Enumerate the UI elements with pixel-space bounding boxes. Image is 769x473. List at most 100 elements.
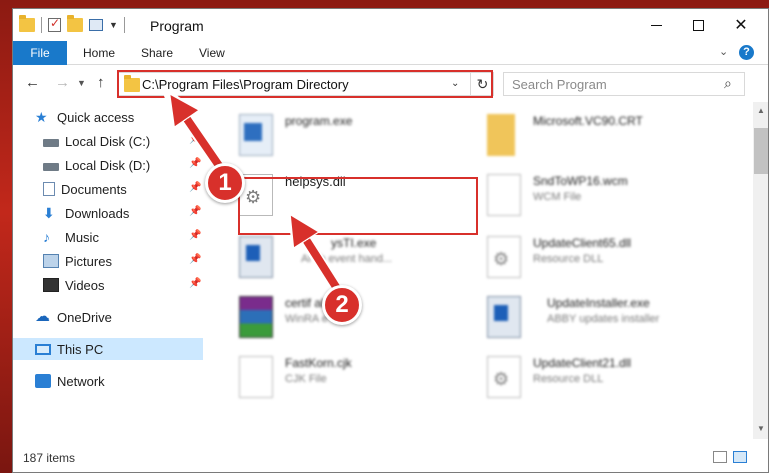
minimize-button[interactable] (633, 9, 679, 41)
file-item-updateinstaller[interactable]: UpdateInstaller.exe ABBY updates install… (479, 292, 719, 346)
help-icon[interactable]: ? (739, 45, 754, 60)
properties-check-icon[interactable] (48, 16, 61, 32)
tab-view[interactable]: View (185, 41, 239, 65)
file-description: WCM File (533, 191, 582, 203)
pin-icon: 📌 (189, 182, 202, 193)
sidebar-item-onedrive[interactable]: ☁ OneDrive (35, 306, 225, 328)
file-name: Microsoft.VC90.CRT (533, 114, 643, 128)
file-name: FastKorn.cjk (285, 356, 352, 370)
pictures-icon (43, 254, 59, 268)
expand-ribbon-chevron-icon[interactable]: ⌄ (719, 45, 728, 58)
file-item-vc90-crt[interactable]: Microsoft.VC90.CRT (479, 110, 719, 164)
sidebar-item-local-disk-d[interactable]: Local Disk (D:) 📌 (43, 154, 233, 176)
forward-arrow-icon[interactable]: → (55, 74, 70, 91)
maximize-icon (692, 19, 704, 31)
qat-dropdown-icon[interactable]: ▼ (109, 20, 118, 30)
address-row: ← → ▼ ↑ C:\Program Files\Program Directo… (13, 66, 768, 100)
file-description: Resource DLL (533, 253, 604, 265)
sidebar-item-videos[interactable]: Videos 📌 (43, 274, 233, 296)
scroll-up-icon[interactable]: ▲ (757, 106, 765, 115)
tab-file[interactable]: File (13, 41, 67, 65)
file-explorer-window: ▼ Program ✕ File Home Share View ⌄ ? ← →… (12, 8, 769, 473)
quick-access-toolbar: ▼ (19, 15, 125, 33)
large-icons-view-icon[interactable] (733, 451, 747, 463)
file-item-updateclient65[interactable]: UpdateClient65.dll Resource DLL (479, 232, 719, 286)
sidebar-item-label: Local Disk (D:) (65, 157, 151, 173)
exe-file-icon (239, 236, 273, 278)
file-item-program-exe[interactable]: program.exe (231, 110, 471, 164)
navigation-pane: ★ Quick access Local Disk (C:) 📌 Local D… (13, 102, 208, 439)
sidebar-item-label: Quick access (57, 109, 135, 125)
sidebar-item-label: OneDrive (57, 309, 112, 325)
disk-icon (43, 139, 59, 147)
videos-icon (43, 278, 59, 292)
step-1-badge: 1 (205, 163, 245, 203)
address-highlight-box (117, 70, 493, 98)
file-name: program.exe (285, 114, 353, 128)
file-list: program.exe Microsoft.VC90.CRT helpsys.d… (219, 102, 739, 439)
documents-icon (43, 182, 55, 196)
pin-icon: 📌 (189, 134, 202, 145)
file-item-updateclient21[interactable]: UpdateClient21.dll Resource DLL (479, 352, 719, 406)
file-description: Al ch event hand... (301, 253, 393, 265)
sidebar-item-local-disk-c[interactable]: Local Disk (C:) 📌 (43, 130, 233, 152)
sidebar-item-label: This PC (57, 341, 104, 357)
new-folder-icon[interactable] (67, 15, 83, 32)
separator (123, 17, 125, 33)
pin-icon: 📌 (189, 158, 202, 169)
file-icon (487, 174, 521, 216)
file-name: ysTI.exe (331, 236, 377, 250)
close-icon: ✕ (734, 17, 748, 34)
customize-icon[interactable] (89, 19, 103, 31)
file-description: Resource DLL (533, 373, 604, 385)
dll-file-icon (487, 236, 521, 278)
sidebar-item-music[interactable]: ♪ Music 📌 (43, 226, 233, 248)
item-count: 187 items (23, 451, 76, 465)
file-name: SndToWP16.wcm (533, 174, 628, 188)
downloads-icon: ⬇ (43, 205, 55, 221)
sidebar-item-this-pc[interactable]: This PC (13, 338, 203, 360)
sidebar-item-label: Network (57, 373, 105, 389)
sidebar-item-pictures[interactable]: Pictures 📌 (43, 250, 233, 272)
scroll-down-icon[interactable]: ▼ (757, 424, 765, 433)
sidebar-item-label: Local Disk (C:) (65, 133, 151, 149)
file-description: CJK File (285, 373, 327, 385)
maximize-button[interactable] (675, 9, 721, 41)
separator (41, 17, 42, 33)
back-arrow-icon[interactable]: ← (25, 74, 40, 91)
sidebar-item-quick-access[interactable]: ★ Quick access (35, 106, 225, 128)
details-view-icon[interactable] (713, 451, 727, 463)
pin-icon: 📌 (189, 254, 202, 265)
recent-locations-chevron-icon[interactable]: ▼ (77, 78, 86, 88)
disk-icon (43, 163, 59, 171)
search-box[interactable]: ⌕ (503, 72, 745, 96)
file-item-fastkorn[interactable]: FastKorn.cjk CJK File (231, 352, 471, 406)
sidebar-item-label: Pictures (65, 253, 112, 269)
network-icon (35, 374, 51, 388)
exe-file-icon (487, 296, 521, 338)
step-2-badge: 2 (322, 285, 362, 325)
search-icon[interactable]: ⌕ (724, 75, 732, 92)
dll-file-icon (487, 356, 521, 398)
folder-icon (487, 114, 515, 156)
file-item-sndtowp16[interactable]: SndToWP16.wcm WCM File (479, 170, 719, 224)
file-name: UpdateInstaller.exe (547, 296, 650, 310)
scrollbar-thumb[interactable] (754, 128, 768, 174)
search-input[interactable] (504, 73, 714, 95)
sidebar-item-label: Music (65, 229, 99, 245)
close-button[interactable]: ✕ (718, 9, 764, 41)
up-arrow-icon[interactable]: ↑ (97, 74, 105, 91)
winrar-archive-icon (239, 296, 273, 338)
sidebar-item-label: Documents (61, 181, 127, 197)
file-name: UpdateClient21.dll (533, 356, 632, 370)
sidebar-item-network[interactable]: Network (35, 370, 225, 392)
vertical-scrollbar[interactable]: ▲ ▼ (753, 102, 768, 439)
sidebar-item-label: Downloads (65, 205, 130, 221)
file-item-systi-exe[interactable]: ysTI.exe Al ch event hand... (231, 232, 471, 286)
this-pc-icon (35, 343, 51, 355)
star-icon: ★ (35, 109, 48, 125)
tab-home[interactable]: Home (69, 41, 129, 65)
sidebar-item-downloads[interactable]: ⬇ Downloads 📌 (43, 202, 233, 224)
onedrive-icon: ☁ (35, 308, 50, 325)
tab-share[interactable]: Share (127, 41, 187, 65)
